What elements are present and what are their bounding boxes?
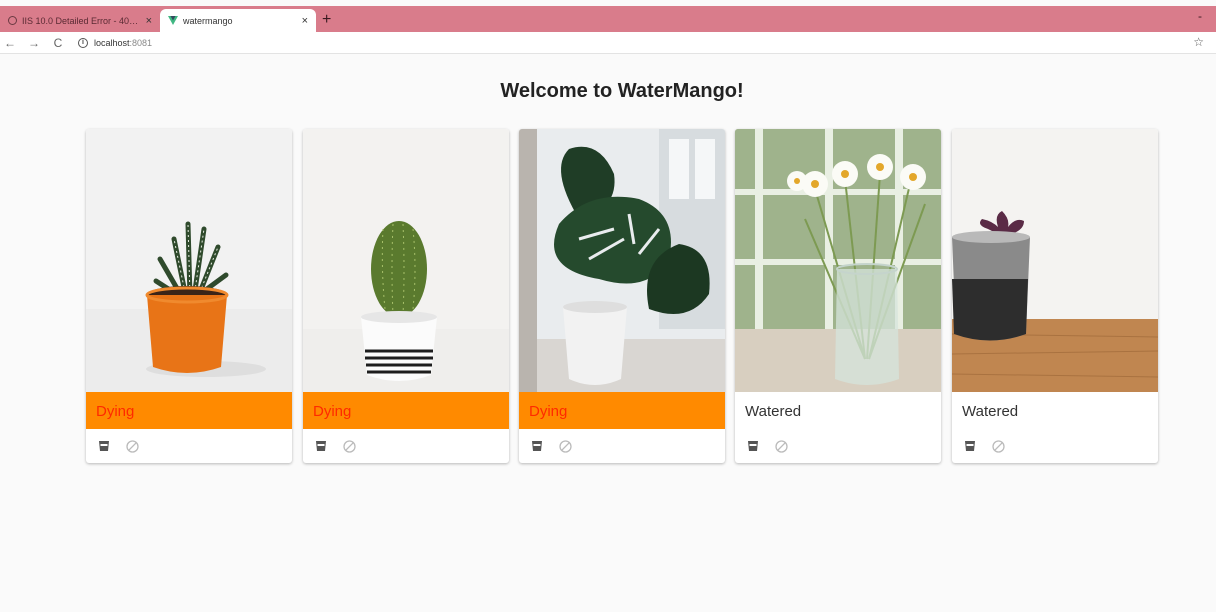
tab-iis-error[interactable]: IIS 10.0 Detailed Error - 403.14 - × [0, 9, 160, 32]
block-icon[interactable] [342, 439, 356, 453]
plant-card: Dying [86, 129, 292, 463]
page-title: Welcome to WaterMango! [500, 80, 744, 102]
card-actions [735, 429, 941, 463]
vue-logo-icon [168, 16, 178, 25]
plant-photo [735, 129, 941, 392]
back-button[interactable]: ← [2, 36, 18, 50]
card-actions [519, 429, 725, 463]
plant-status: Dying [86, 392, 292, 429]
globe-icon [8, 16, 17, 25]
plant-photo [303, 129, 509, 392]
reload-button[interactable]: C [50, 36, 66, 50]
water-glass-icon[interactable] [314, 439, 328, 453]
browser-toolbar: ← → C i localhost:8081 ☆ [0, 32, 1216, 54]
water-glass-icon[interactable] [963, 439, 977, 453]
plant-photo [952, 129, 1158, 392]
block-icon[interactable] [125, 439, 139, 453]
minimize-button[interactable]: - [1198, 9, 1202, 23]
url-text[interactable]: localhost:8081 [94, 38, 152, 48]
plant-status: Watered [952, 392, 1158, 429]
tab-title: watermango [183, 15, 233, 26]
plant-photo [519, 129, 725, 392]
plant-card-grid: Dying Dying Dying Watered Watered [86, 129, 1158, 464]
plant-status: Dying [519, 392, 725, 429]
bookmark-star-icon[interactable]: ☆ [1193, 35, 1204, 49]
block-icon[interactable] [558, 439, 572, 453]
plant-status: Dying [303, 392, 509, 429]
plant-status: Watered [735, 392, 941, 429]
plant-card: Dying [303, 129, 509, 463]
card-actions [86, 429, 292, 463]
plant-card: Watered [735, 129, 941, 463]
info-icon[interactable]: i [78, 37, 88, 48]
browser-tabstrip: IIS 10.0 Detailed Error - 403.14 - × wat… [0, 6, 1216, 32]
address-bar[interactable]: i localhost:8081 [78, 37, 152, 48]
tab-close-icon[interactable]: × [302, 15, 308, 27]
block-icon[interactable] [774, 439, 788, 453]
water-glass-icon[interactable] [530, 439, 544, 453]
tab-title: IIS 10.0 Detailed Error - 403.14 - [22, 15, 142, 26]
new-tab-button[interactable]: + [322, 10, 331, 30]
card-actions [303, 429, 509, 463]
plant-card: Watered [952, 129, 1158, 463]
water-glass-icon[interactable] [97, 439, 111, 453]
plant-photo [86, 129, 292, 392]
tab-watermango[interactable]: watermango × [160, 9, 316, 32]
card-actions [952, 429, 1158, 463]
forward-button[interactable]: → [26, 36, 42, 50]
water-glass-icon[interactable] [746, 439, 760, 453]
tab-close-icon[interactable]: × [146, 15, 152, 27]
block-icon[interactable] [991, 439, 1005, 453]
plant-card: Dying [519, 129, 725, 463]
